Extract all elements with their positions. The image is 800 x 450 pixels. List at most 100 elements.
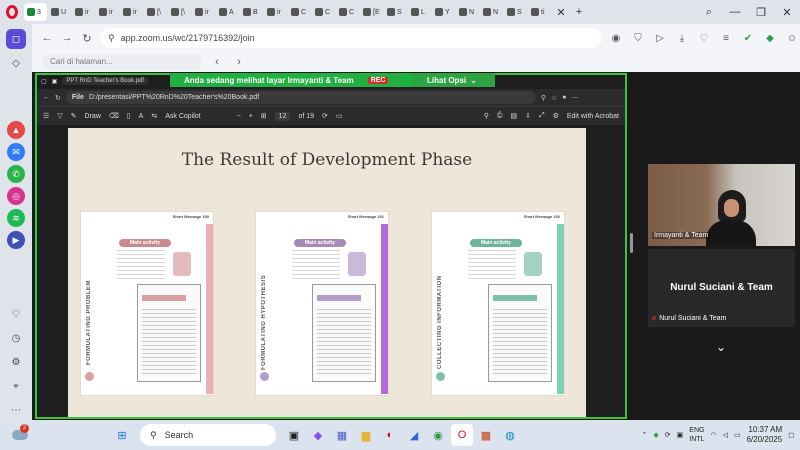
close-window-button[interactable]: ✕ — [774, 6, 800, 19]
ask-copilot-button[interactable]: Ask Copilot — [165, 113, 200, 120]
mcafee-icon[interactable]: ◐ — [379, 424, 401, 446]
fullscreen-icon[interactable]: ⤢ — [539, 112, 545, 120]
eraser-icon[interactable]: ⌫ — [109, 112, 119, 120]
browser-tab[interactable]: S — [384, 3, 407, 21]
pdf-zoom-icon[interactable]: ⚲ — [541, 94, 546, 102]
app-icon-1[interactable]: ▲ — [7, 121, 25, 139]
battery-icon[interactable]: ▭ — [734, 431, 741, 439]
tray-update-icon[interactable]: ⟳ — [665, 431, 671, 439]
contents-icon[interactable]: ☰ — [43, 112, 49, 120]
page-view-icon[interactable]: ▯ — [127, 112, 131, 120]
taskbar-search[interactable]: ⚲ Search — [140, 424, 276, 446]
save-icon[interactable]: ▤ — [510, 112, 517, 120]
teams-icon[interactable]: ▦ — [331, 424, 353, 446]
browser-tab[interactable]: A — [216, 3, 239, 21]
messenger-icon[interactable]: ✉ — [7, 143, 25, 161]
browser-tab[interactable]: 3 — [24, 3, 47, 21]
participant-tile[interactable]: Nurul Suciani & Team ⌀ Nurul Suciani & T… — [648, 249, 795, 327]
browser-tab[interactable]: ir — [264, 3, 287, 21]
two-page-icon[interactable]: ▭ — [336, 112, 343, 120]
instagram-icon[interactable]: ◎ — [7, 187, 25, 205]
find-prev-icon[interactable]: ‹ — [210, 56, 224, 68]
weather-widget[interactable]: 2 — [0, 420, 40, 450]
pin-icon[interactable]: ⌖ — [6, 376, 26, 396]
edit-acrobat-button[interactable]: Edit with Acrobat — [567, 113, 619, 120]
shield-icon[interactable]: ⛉ — [630, 33, 646, 44]
rotate-icon[interactable]: ⟳ — [322, 112, 328, 120]
translate-icon[interactable]: ⇆ — [151, 112, 157, 120]
browser-tab[interactable]: [E — [360, 3, 383, 21]
edge-icon[interactable]: ◍ — [499, 424, 521, 446]
opera-taskbar-icon[interactable]: O — [451, 424, 473, 446]
tray-app-icon[interactable]: ◆ — [653, 431, 658, 439]
clock[interactable]: 10:37 AM 6/20/2025 — [747, 425, 783, 445]
chrome-icon[interactable]: ◉ — [427, 424, 449, 446]
draw-icon[interactable]: ✎ — [71, 112, 77, 120]
tray-chevron-icon[interactable]: ⌃ — [642, 431, 648, 439]
settings-gear-icon[interactable]: ⚙ — [553, 112, 559, 120]
browser-tab[interactable]: L — [408, 3, 431, 21]
participant-video[interactable]: Irmayanti & Team — [648, 164, 795, 246]
pdf-collections-icon[interactable]: ▣ — [52, 78, 58, 85]
vpn-icon[interactable]: ✔ — [740, 33, 756, 44]
pdf-search-icon[interactable]: ⚲ — [484, 112, 489, 120]
filter-icon[interactable]: ▽ — [57, 112, 62, 120]
browser-tab[interactable]: C — [336, 3, 359, 21]
language-indicator[interactable]: ENG INTL — [689, 426, 704, 444]
read-aloud-icon[interactable]: A — [139, 113, 144, 120]
player-icon[interactable]: ▶ — [7, 231, 25, 249]
task-view-icon[interactable]: ▣ — [283, 424, 305, 446]
search-tabs-icon[interactable]: ⌕ — [696, 6, 722, 19]
browser-tab[interactable]: ir — [96, 3, 119, 21]
pdf-tabs-icon[interactable]: ▢ — [41, 78, 47, 85]
browser-tab[interactable]: ir — [120, 3, 143, 21]
extension-icon[interactable]: ◆ — [762, 33, 778, 44]
save-as-icon[interactable]: ⇩ — [525, 112, 531, 120]
spotify-icon[interactable]: ≋ — [7, 209, 25, 227]
browser-tab[interactable]: ir — [72, 3, 95, 21]
draw-label[interactable]: Draw — [85, 113, 101, 120]
forward-icon[interactable]: → — [60, 32, 74, 44]
expand-participants-icon[interactable]: ⌄ — [713, 340, 729, 354]
heart-icon[interactable]: ♡ — [6, 304, 26, 324]
pdf-more-icon[interactable]: ⋯ — [572, 94, 579, 102]
browser-tab[interactable]: B — [240, 3, 263, 21]
opera-menu-icon[interactable] — [0, 0, 24, 24]
screenshot-icon[interactable]: ◉ — [608, 33, 624, 44]
browser-tab[interactable]: [\ — [144, 3, 167, 21]
browser-tab[interactable]: N — [456, 3, 479, 21]
start-icon[interactable]: ⊞ — [111, 424, 133, 446]
back-icon[interactable]: ← — [40, 32, 54, 44]
pdf-reload-icon[interactable]: ↻ — [55, 94, 61, 102]
browser-tab[interactable]: S — [504, 3, 527, 21]
maximize-button[interactable]: ❐ — [748, 6, 774, 19]
history-icon[interactable]: ◷ — [6, 328, 26, 348]
notifications-icon[interactable]: ◻ — [788, 431, 794, 439]
tray-meet-icon[interactable]: ▣ — [677, 431, 684, 439]
powerpoint-icon[interactable]: ▩ — [475, 424, 497, 446]
share-icon[interactable]: ▷ — [652, 33, 668, 44]
find-input[interactable]: Cari di halaman... — [42, 54, 202, 70]
find-next-icon[interactable]: › — [232, 56, 246, 68]
menu-icon[interactable]: ≡ — [718, 33, 734, 44]
fit-page-icon[interactable]: ⊞ — [261, 112, 267, 120]
volume-icon[interactable]: ◁ — [723, 431, 728, 439]
site-info-icon[interactable]: ⚲ — [108, 33, 115, 44]
print-icon[interactable]: ⎙ — [497, 112, 503, 120]
pdf-favorite-icon[interactable]: ☆ — [551, 94, 557, 102]
browser-tab[interactable]: U — [48, 3, 71, 21]
whatsapp-icon[interactable]: ✆ — [7, 165, 25, 183]
workspace-icon[interactable]: ◻ — [6, 29, 26, 49]
minimize-button[interactable]: — — [722, 6, 748, 18]
pdf-tab[interactable]: PPT RnD Teacher's Book.pdf — [62, 77, 148, 85]
view-options-button[interactable]: Lihat Opsi ⌄ — [413, 73, 495, 87]
copilot-icon[interactable]: ◆ — [307, 424, 329, 446]
tab-close-icon[interactable]: ✕ — [552, 3, 570, 21]
browser-tab[interactable]: N — [480, 3, 503, 21]
browser-tab[interactable]: [\ — [168, 3, 191, 21]
browser-tab[interactable]: C — [312, 3, 335, 21]
reload-icon[interactable]: ↻ — [80, 32, 94, 45]
bookmark-icon[interactable]: ♡ — [696, 33, 712, 44]
download-icon[interactable]: ⤓ — [674, 33, 690, 44]
pdf-back-icon[interactable]: ← — [43, 94, 50, 101]
